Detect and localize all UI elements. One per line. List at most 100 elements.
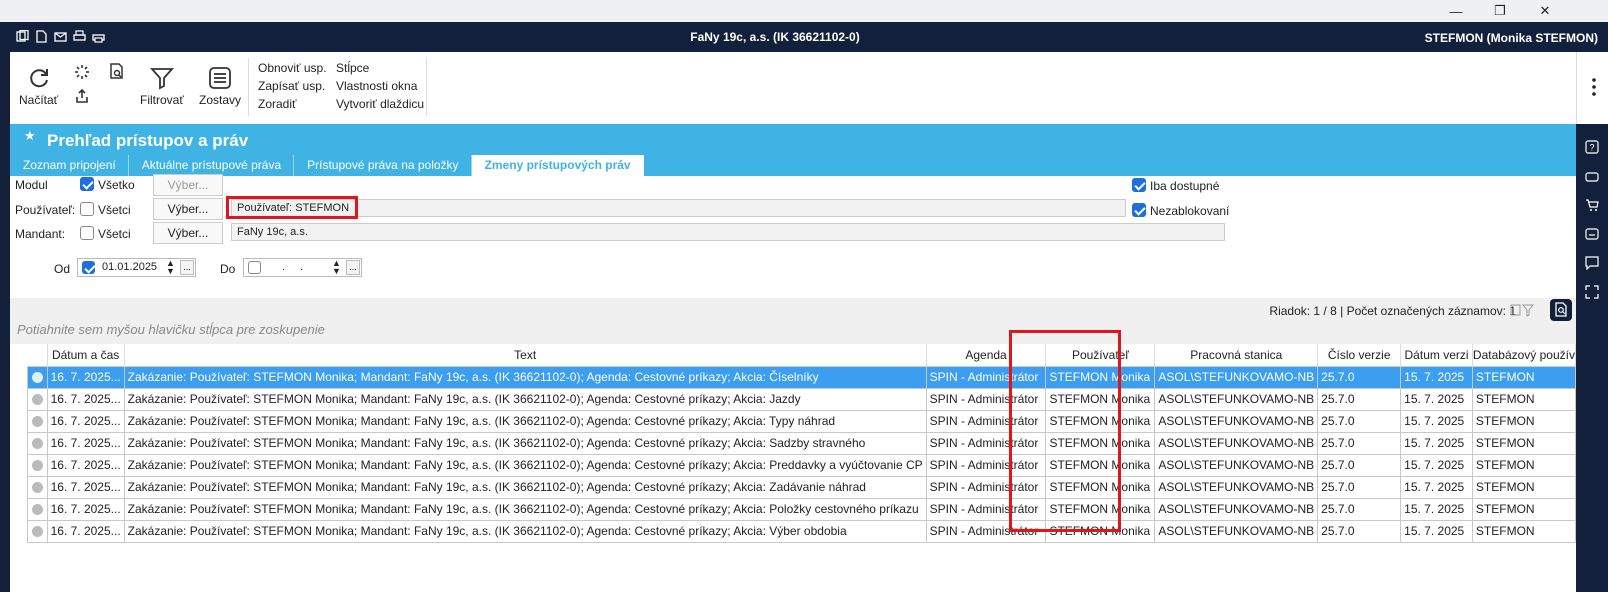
table-row[interactable]: 16. 7. 2025... Zakázanie: Používateľ: STE…	[27, 453, 1577, 477]
inbox-icon[interactable]	[1585, 227, 1599, 241]
loading-icon[interactable]	[74, 64, 90, 80]
cell-workstation[interactable]: ASOL\STEFUNKOVAMO-NB	[1154, 431, 1319, 455]
cell-version[interactable]: 25.7.0	[1317, 497, 1402, 521]
cell-version-date[interactable]: 15. 7. 2025	[1400, 409, 1473, 433]
create-tile-button[interactable]: Vytvoriť dlaždicu	[336, 97, 424, 111]
table-row[interactable]: 16. 7. 2025... Zakázanie: Používateľ: STE…	[27, 431, 1577, 455]
reports-button[interactable]: Zostavy	[199, 66, 241, 107]
tab-rights-changes[interactable]: Zmeny prístupových práv	[471, 155, 644, 176]
table-row[interactable]: 16. 7. 2025... Zakázanie: Používateľ: STE…	[27, 475, 1577, 499]
cell-text[interactable]: Zakázanie: Používateľ: STEFMON Monika; M…	[123, 497, 927, 521]
row-icon-cell[interactable]	[27, 431, 48, 455]
cell-workstation[interactable]: ASOL\STEFUNKOVAMO-NB	[1154, 387, 1319, 411]
cell-db-user[interactable]: STEFMON	[1471, 519, 1577, 543]
cell-date[interactable]: 16. 7. 2025...	[46, 387, 125, 411]
cell-db-user[interactable]: STEFMON	[1471, 409, 1577, 433]
cell-version-date[interactable]: 15. 7. 2025	[1400, 387, 1473, 411]
row-icon-cell[interactable]	[27, 519, 48, 543]
mandant-field[interactable]: FaNy 19c, a.s.	[231, 223, 1225, 241]
date-from-field[interactable]: 01.01.2025 ▲ ▼ ...	[77, 258, 196, 277]
cell-text[interactable]: Zakázanie: Používateľ: STEFMON Monika; M…	[123, 387, 927, 411]
chat-icon[interactable]	[1585, 170, 1599, 184]
date-picker-button[interactable]: ...	[346, 260, 360, 275]
cell-version-date[interactable]: 15. 7. 2025	[1400, 475, 1473, 499]
export-icon[interactable]	[74, 88, 90, 104]
cell-date[interactable]: 16. 7. 2025...	[46, 453, 125, 477]
more-menu[interactable]	[1576, 52, 1608, 124]
cell-db-user[interactable]: STEFMON	[1471, 387, 1577, 411]
cell-workstation[interactable]: ASOL\STEFUNKOVAMO-NB	[1154, 365, 1319, 389]
table-row[interactable]: 16. 7. 2025... Zakázanie: Používateľ: STE…	[27, 519, 1577, 543]
date-spinner-icon[interactable]: ▲ ▼	[332, 259, 341, 276]
cell-workstation[interactable]: ASOL\STEFUNKOVAMO-NB	[1154, 497, 1319, 521]
help-icon[interactable]: ?	[1585, 140, 1599, 154]
cart-icon[interactable]	[1585, 198, 1599, 212]
cell-date[interactable]: 16. 7. 2025...	[46, 365, 125, 389]
grid-filter-icon[interactable]	[1510, 303, 1534, 317]
cell-text[interactable]: Zakázanie: Používateľ: STEFMON Monika; M…	[123, 519, 927, 543]
restore-icon[interactable]: ❐	[1485, 2, 1515, 20]
cell-version-date[interactable]: 15. 7. 2025	[1400, 431, 1473, 455]
date-to-checkbox[interactable]	[248, 261, 261, 274]
cell-text[interactable]: Zakázanie: Používateľ: STEFMON Monika; M…	[123, 453, 927, 477]
restore-settings-button[interactable]: Obnoviť usp.	[258, 61, 327, 75]
cell-workstation[interactable]: ASOL\STEFUNKOVAMO-NB	[1154, 475, 1319, 499]
column-header-date[interactable]: Dátum a čas	[47, 344, 125, 367]
cell-date[interactable]: 16. 7. 2025...	[46, 431, 125, 455]
column-header-workstation[interactable]: Pracovná stanica	[1154, 344, 1319, 367]
find-document-icon[interactable]	[109, 63, 125, 80]
date-spinner-icon[interactable]: ▲ ▼	[166, 259, 175, 276]
table-row[interactable]: 16. 7. 2025... Zakázanie: Používateľ: STE…	[27, 365, 1577, 389]
grid-search-icon[interactable]	[1550, 299, 1572, 321]
date-to-field[interactable]: . . ▲ ▼ ...	[243, 258, 362, 277]
column-header-icon[interactable]	[27, 344, 48, 367]
cell-text[interactable]: Zakázanie: Používateľ: STEFMON Monika; M…	[123, 409, 927, 433]
mandant-all-checkbox[interactable]	[80, 226, 94, 240]
mandant-select-button[interactable]: Výber...	[153, 222, 223, 244]
cell-workstation[interactable]: ASOL\STEFUNKOVAMO-NB	[1154, 519, 1319, 543]
column-header-text[interactable]: Text	[124, 344, 927, 367]
cell-version[interactable]: 25.7.0	[1317, 519, 1402, 543]
cell-db-user[interactable]: STEFMON	[1471, 475, 1577, 499]
window-properties-button[interactable]: Vlastnosti okna	[336, 79, 417, 93]
column-header-version-date[interactable]: Dátum verzi	[1400, 344, 1473, 367]
cell-text[interactable]: Zakázanie: Používateľ: STEFMON Monika; M…	[123, 365, 927, 389]
tab-current-rights[interactable]: Aktuálne prístupové práva	[129, 155, 295, 176]
not-blocked-checkbox[interactable]	[1132, 203, 1146, 217]
modul-all-checkbox[interactable]	[80, 177, 94, 191]
table-row[interactable]: 16. 7. 2025... Zakázanie: Používateľ: STE…	[27, 409, 1577, 433]
cell-text[interactable]: Zakázanie: Používateľ: STEFMON Monika; M…	[123, 431, 927, 455]
user-select-button[interactable]: Výber...	[153, 198, 223, 220]
only-available-checkbox[interactable]	[1132, 178, 1146, 192]
cell-workstation[interactable]: ASOL\STEFUNKOVAMO-NB	[1154, 409, 1319, 433]
cell-version[interactable]: 25.7.0	[1317, 453, 1402, 477]
cell-version[interactable]: 25.7.0	[1317, 409, 1402, 433]
tab-connections[interactable]: Zoznam pripojení	[10, 155, 129, 176]
row-icon-cell[interactable]	[27, 409, 48, 433]
tab-item-rights[interactable]: Prístupové práva na položky	[294, 155, 472, 176]
cell-text[interactable]: Zakázanie: Používateľ: STEFMON Monika; M…	[123, 475, 927, 499]
cell-version-date[interactable]: 15. 7. 2025	[1400, 453, 1473, 477]
columns-button[interactable]: Stĺpce	[336, 61, 369, 75]
filter-button[interactable]: Filtrovať	[140, 66, 184, 107]
cell-version-date[interactable]: 15. 7. 2025	[1400, 365, 1473, 389]
cell-version[interactable]: 25.7.0	[1317, 475, 1402, 499]
refresh-button[interactable]: Načítať	[19, 66, 58, 107]
cell-db-user[interactable]: STEFMON	[1471, 365, 1577, 389]
save-settings-button[interactable]: Zapísať usp.	[258, 79, 325, 93]
column-header-db-user[interactable]: Databázový použív	[1472, 344, 1577, 367]
cell-version-date[interactable]: 15. 7. 2025	[1400, 497, 1473, 521]
date-from-checkbox[interactable]	[82, 261, 95, 274]
row-icon-cell[interactable]	[27, 387, 48, 411]
row-icon-cell[interactable]	[27, 475, 48, 499]
cell-date[interactable]: 16. 7. 2025...	[46, 409, 125, 433]
cell-workstation[interactable]: ASOL\STEFUNKOVAMO-NB	[1154, 453, 1319, 477]
sort-button[interactable]: Zoradiť	[258, 97, 297, 111]
message-icon[interactable]	[1585, 256, 1599, 270]
cell-db-user[interactable]: STEFMON	[1471, 497, 1577, 521]
minimize-icon[interactable]: —	[1441, 2, 1471, 20]
cell-version[interactable]: 25.7.0	[1317, 387, 1402, 411]
fullscreen-icon[interactable]	[1585, 285, 1599, 299]
close-icon[interactable]: ✕	[1530, 2, 1560, 20]
row-icon-cell[interactable]	[27, 365, 48, 389]
